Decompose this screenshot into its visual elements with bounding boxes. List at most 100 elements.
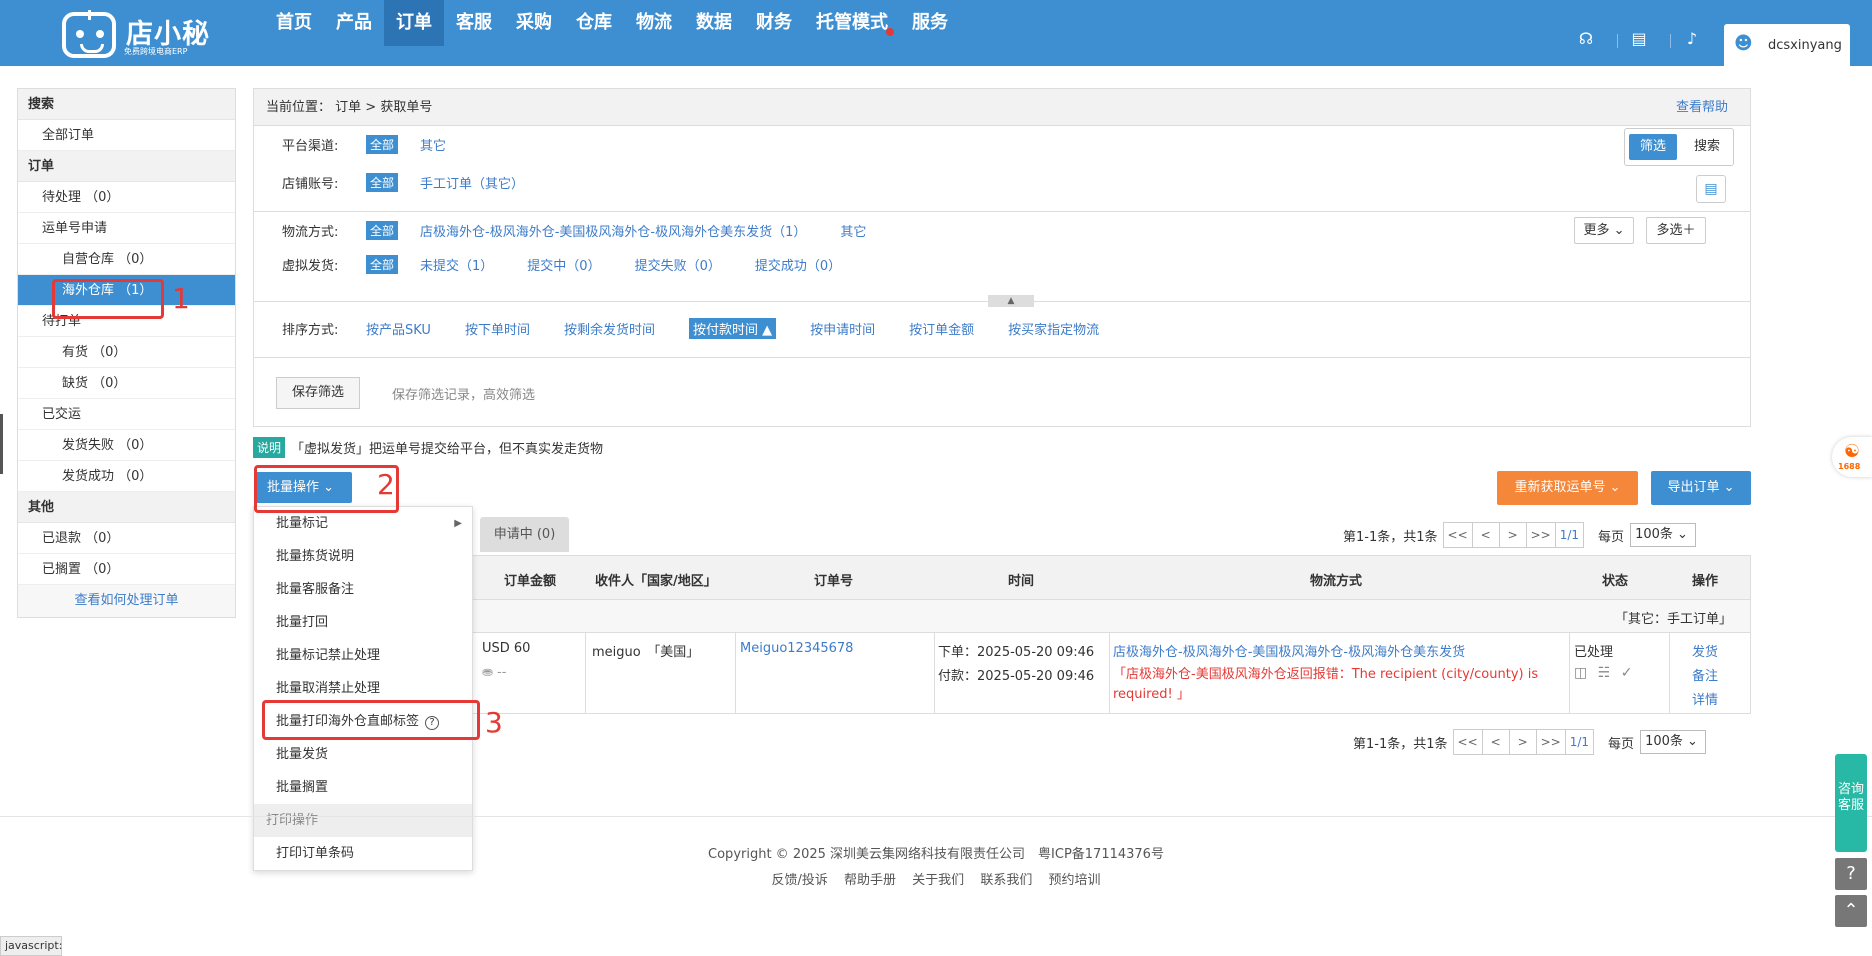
more-button[interactable]: 更多 ⌄ [1574, 217, 1634, 244]
save-filter-button[interactable]: 保存筛选 [276, 377, 360, 409]
pager-last[interactable]: >> [1525, 522, 1556, 548]
sort-option-buyer-logistics[interactable]: 按买家指定物流 [1008, 319, 1099, 338]
bell-icon[interactable]: ♪ [1683, 30, 1701, 48]
toggle-search-button[interactable]: 搜索 [1685, 134, 1729, 160]
user-menu[interactable]: ☻ dcsxinyang [1724, 24, 1850, 66]
filter-option[interactable]: 店极海外仓-极风海外仓-美国极风海外仓-极风海外仓美东发货（1） [420, 221, 806, 240]
nav-hosting[interactable]: 托管模式 [804, 0, 900, 66]
left-edge-handle[interactable] [0, 414, 3, 474]
copy-icon[interactable]: ◫ [1574, 665, 1587, 681]
sidebar-item-ship-failed[interactable]: 发货失败 （0） [18, 430, 235, 461]
cell-order-no-link[interactable]: Meiguo12345678 [740, 641, 853, 656]
sidebar-item-waybill-apply[interactable]: 运单号申请 [18, 213, 235, 244]
sidebar-item-refunded[interactable]: 已退款 （0） [18, 523, 235, 554]
nav-home[interactable]: 首页 [264, 0, 324, 66]
back-to-top-icon[interactable]: ⌃ [1835, 895, 1867, 927]
per-page-select[interactable]: 100条 ⌄ [1630, 523, 1697, 547]
chevron-down-icon: ⌄ [1677, 527, 1688, 542]
sort-option-order-time[interactable]: 按下单时间 [465, 319, 530, 338]
filter-option[interactable]: 提交中（0） [527, 255, 600, 274]
sidebar-item-out-of-stock[interactable]: 缺货 （0） [18, 368, 235, 399]
menu-batch-cs-note[interactable]: 批量客服备注 [254, 573, 472, 606]
pager-next[interactable]: > [1508, 729, 1537, 755]
sort-option-sku[interactable]: 按产品SKU [366, 319, 431, 338]
filter-all-tag[interactable]: 全部 [366, 254, 399, 274]
filter-panel: 当前位置： 订单 > 获取单号 查看帮助 平台渠道: 全部 其它 店铺账号: 全… [253, 88, 1751, 427]
sidebar-item-shipped[interactable]: 已交运 [18, 399, 235, 430]
per-page-select[interactable]: 100条 ⌄ [1640, 730, 1707, 754]
nav-logistics[interactable]: 物流 [624, 0, 684, 66]
action-detail[interactable]: 详情 [1692, 689, 1718, 708]
filter-option[interactable]: 其它 [420, 135, 446, 154]
pager-prev[interactable]: < [1481, 729, 1510, 755]
filter-option[interactable]: 提交失败（0） [635, 255, 721, 274]
sidebar-item-in-stock[interactable]: 有货 （0） [18, 337, 235, 368]
check-icon[interactable]: ✓ [1621, 665, 1633, 681]
sidebar-help-link[interactable]: 查看如何处理订单 [18, 585, 235, 617]
filter-option[interactable]: 手工订单（其它） [420, 173, 524, 192]
footer-link-training[interactable]: 预约培训 [1048, 873, 1100, 888]
filter-all-tag[interactable]: 全部 [366, 134, 399, 154]
sidebar-item-all-orders[interactable]: 全部订单 [18, 120, 235, 151]
1688-badge[interactable]: ☯ 1688 [1832, 437, 1872, 477]
logo[interactable]: 店小秘 免费跨境电商ERP [62, 8, 212, 58]
browser-status-bar: javascript: [0, 936, 62, 956]
footer-link-manual[interactable]: 帮助手册 [844, 873, 896, 888]
nav-order[interactable]: 订单 [384, 0, 444, 46]
sidebar-item-pending[interactable]: 待处理 （0） [18, 182, 235, 213]
export-order-button[interactable]: 导出订单 ⌄ [1651, 471, 1751, 505]
pager-next[interactable]: > [1498, 522, 1527, 548]
filter-all-tag[interactable]: 全部 [366, 172, 399, 192]
toggle-filter-button[interactable]: 筛选 [1629, 134, 1677, 160]
sidebar: 搜索 全部订单 订单 待处理 （0） 运单号申请 自营仓库 （0） 海外仓库 （… [17, 88, 236, 618]
pager-last[interactable]: >> [1535, 729, 1566, 755]
divider [1109, 633, 1110, 713]
sidebar-head-search: 搜索 [18, 89, 235, 120]
cell-time-order: 下单：2025-05-20 09:46 [938, 645, 1095, 660]
multi-select-button[interactable]: 多选＋ [1646, 217, 1706, 244]
footer-link-about[interactable]: 关于我们 [912, 873, 964, 888]
nav-product[interactable]: 产品 [324, 0, 384, 66]
reget-waybill-button[interactable]: 重新获取运单号 ⌄ [1497, 471, 1638, 505]
nav-warehouse[interactable]: 仓库 [564, 0, 624, 66]
help-icon[interactable]: ? [1835, 858, 1867, 890]
menu-batch-ship[interactable]: 批量发货 [254, 738, 472, 771]
save-layout-icon[interactable]: ▤ [1696, 175, 1726, 203]
nav-data[interactable]: 数据 [684, 0, 744, 66]
book-icon[interactable]: ▤ [1630, 30, 1648, 48]
filter-option[interactable]: 其它 [840, 221, 866, 240]
headset-icon[interactable]: ☊ [1577, 30, 1595, 48]
filter-all-tag[interactable]: 全部 [366, 220, 399, 240]
sort-option-remaining-time[interactable]: 按剩余发货时间 [564, 319, 655, 338]
footer-link-feedback[interactable]: 反馈/投诉 [771, 873, 827, 888]
sort-option-label: 按付款时间 [692, 322, 758, 338]
nav-services[interactable]: 服务 [900, 0, 960, 66]
consult-service-button[interactable]: 咨询客服 [1835, 754, 1867, 852]
sidebar-item-ship-success[interactable]: 发货成功 （0） [18, 461, 235, 492]
filter-option[interactable]: 提交成功（0） [755, 255, 841, 274]
sidebar-item-on-hold[interactable]: 已搁置 （0） [18, 554, 235, 585]
filter-option[interactable]: 未提交（1） [420, 255, 493, 274]
menu-batch-picking-note[interactable]: 批量拣货说明 [254, 540, 472, 573]
sidebar-item-own-warehouse[interactable]: 自营仓库 （0） [18, 244, 235, 275]
view-help-link[interactable]: 查看帮助 [1676, 89, 1728, 126]
cell-logistics-link[interactable]: 店极海外仓-极风海外仓-美国极风海外仓-极风海外仓美东发货 [1113, 641, 1565, 660]
barcode-icon[interactable]: ☵ [1598, 665, 1611, 681]
collapse-toggle-icon[interactable]: ▲ [988, 295, 1034, 307]
pager-first[interactable]: << [1452, 729, 1483, 755]
footer-link-contact[interactable]: 联系我们 [980, 873, 1032, 888]
menu-batch-hold[interactable]: 批量搁置 [254, 771, 472, 804]
pager-prev[interactable]: < [1471, 522, 1500, 548]
sort-option-pay-time[interactable]: 按付款时间 ▲ [688, 317, 777, 339]
menu-batch-return[interactable]: 批量打回 [254, 606, 472, 639]
pager-first[interactable]: << [1442, 522, 1473, 548]
nav-finance[interactable]: 财务 [744, 0, 804, 66]
action-ship[interactable]: 发货 [1692, 641, 1718, 660]
sort-option-apply-time[interactable]: 按申请时间 [810, 319, 875, 338]
menu-batch-forbid[interactable]: 批量标记禁止处理 [254, 639, 472, 672]
tab-applying[interactable]: 申请中 (0) [480, 517, 569, 552]
sort-option-amount[interactable]: 按订单金额 [909, 319, 974, 338]
nav-purchase[interactable]: 采购 [504, 0, 564, 66]
action-note[interactable]: 备注 [1692, 665, 1718, 684]
nav-service[interactable]: 客服 [444, 0, 504, 66]
